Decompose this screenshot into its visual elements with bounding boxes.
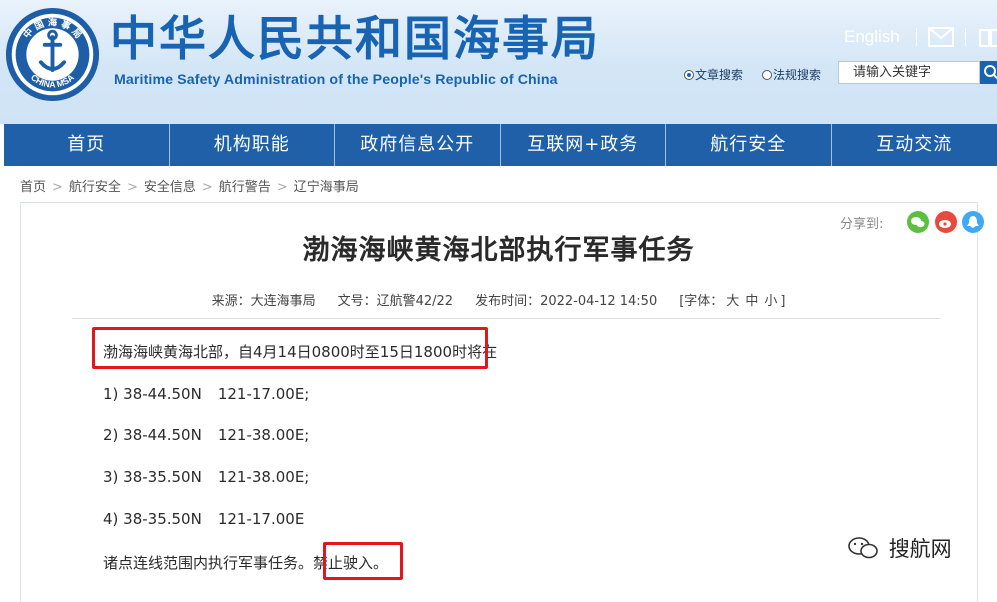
nav-item-home[interactable]: 首页 bbox=[4, 124, 170, 166]
chevron-right-icon: > bbox=[127, 180, 138, 195]
article-meta: 来源：大连海事局 文号：辽航警42/22 发布时间：2022-04-12 14:50… bbox=[0, 290, 997, 309]
radio-icon[interactable] bbox=[762, 70, 772, 80]
header-separator bbox=[916, 28, 917, 46]
radio-selected-icon[interactable] bbox=[684, 70, 694, 80]
breadcrumb-item[interactable]: 安全信息 bbox=[144, 180, 196, 195]
search-option-article[interactable]: 文章搜索 bbox=[684, 66, 743, 83]
search-option-law[interactable]: 法规搜索 bbox=[762, 66, 821, 83]
font-size-small[interactable]: 小 bbox=[764, 294, 777, 309]
font-size-large[interactable]: 大 bbox=[726, 294, 739, 309]
english-link[interactable]: English bbox=[844, 27, 900, 47]
msa-logo[interactable]: 中 国 海 事 局 CHINA MSA bbox=[4, 6, 101, 103]
font-size-control: [字体：大中小] bbox=[679, 294, 785, 309]
breadcrumb-item[interactable]: 辽宁海事局 bbox=[294, 180, 359, 195]
search-button[interactable] bbox=[980, 61, 997, 84]
meta-publish-time: 发布时间：2022-04-12 14:50 bbox=[475, 294, 657, 309]
watermark: 搜航网 bbox=[846, 533, 952, 563]
site-title-cn: 中华人民共和国海事局 bbox=[110, 12, 600, 68]
chevron-right-icon: > bbox=[52, 180, 63, 195]
nav-item-functions[interactable]: 机构职能 bbox=[170, 124, 336, 166]
font-size-medium[interactable]: 中 bbox=[745, 294, 758, 309]
nav-item-internet-gov[interactable]: 互联网+政务 bbox=[501, 124, 667, 166]
wechat-logo-icon bbox=[846, 536, 882, 560]
book-icon[interactable] bbox=[979, 28, 997, 48]
coord-line: 1) 38-44.50N121-17.00E; bbox=[103, 385, 309, 403]
meta-source: 来源：大连海事局 bbox=[212, 294, 316, 309]
coord-line: 3) 38-35.50N121-38.00E; bbox=[103, 468, 309, 486]
header-separator bbox=[965, 28, 966, 46]
nav-item-interaction[interactable]: 互动交流 bbox=[832, 124, 997, 166]
search-input[interactable]: 请输入关键字 bbox=[838, 61, 980, 84]
chevron-right-icon: > bbox=[277, 180, 288, 195]
breadcrumb-item[interactable]: 航行安全 bbox=[69, 180, 121, 195]
meta-doc-no: 文号：辽航警42/22 bbox=[338, 294, 453, 309]
search-icon bbox=[980, 61, 997, 84]
breadcrumb-item[interactable]: 航行警告 bbox=[219, 180, 271, 195]
chevron-right-icon: > bbox=[202, 180, 213, 195]
nav-item-gov-info[interactable]: 政府信息公开 bbox=[335, 124, 501, 166]
breadcrumb: 首页 > 航行安全 > 安全信息 > 航行警告 > 辽宁海事局 bbox=[20, 176, 359, 195]
breadcrumb-item[interactable]: 首页 bbox=[20, 180, 46, 195]
site-header: 中 国 海 事 局 CHINA MSA 中华人民共和国海事局 Maritime … bbox=[0, 0, 997, 124]
coord-line: 2) 38-44.50N121-38.00E; bbox=[103, 426, 309, 444]
watermark-text: 搜航网 bbox=[889, 537, 952, 561]
highlight-box-intro bbox=[92, 327, 488, 369]
coord-line: 4) 38-35.50N121-17.00E bbox=[103, 510, 304, 528]
site-title-en: Maritime Safety Administration of the Pe… bbox=[114, 72, 558, 88]
nav-item-nav-safety[interactable]: 航行安全 bbox=[666, 124, 832, 166]
highlight-box-no-entry bbox=[323, 542, 403, 580]
meta-divider bbox=[72, 318, 940, 319]
mail-icon[interactable] bbox=[928, 27, 954, 47]
main-nav: 首页 机构职能 政府信息公开 互联网+政务 航行安全 互动交流 bbox=[4, 124, 997, 166]
article-title: 渤海海峡黄海北部执行军事任务 bbox=[0, 228, 997, 267]
